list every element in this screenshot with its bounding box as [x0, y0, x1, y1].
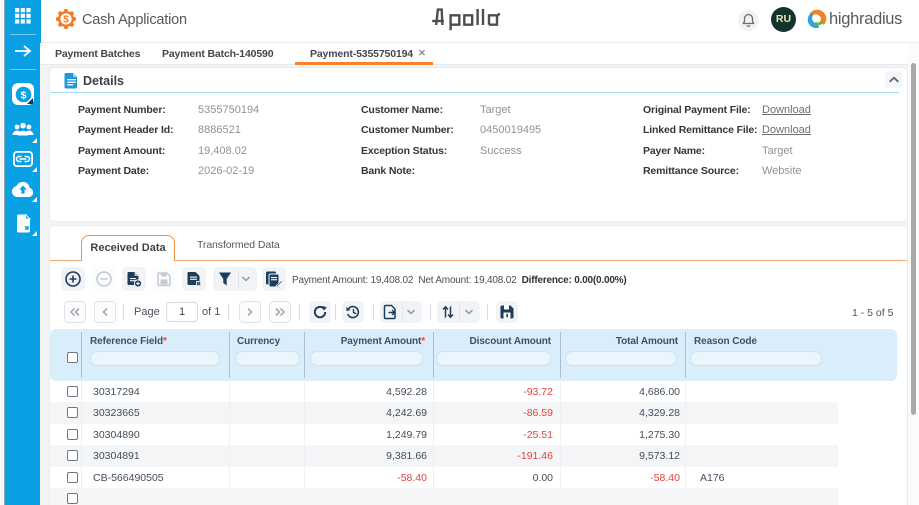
- svg-text:$: $: [63, 15, 69, 26]
